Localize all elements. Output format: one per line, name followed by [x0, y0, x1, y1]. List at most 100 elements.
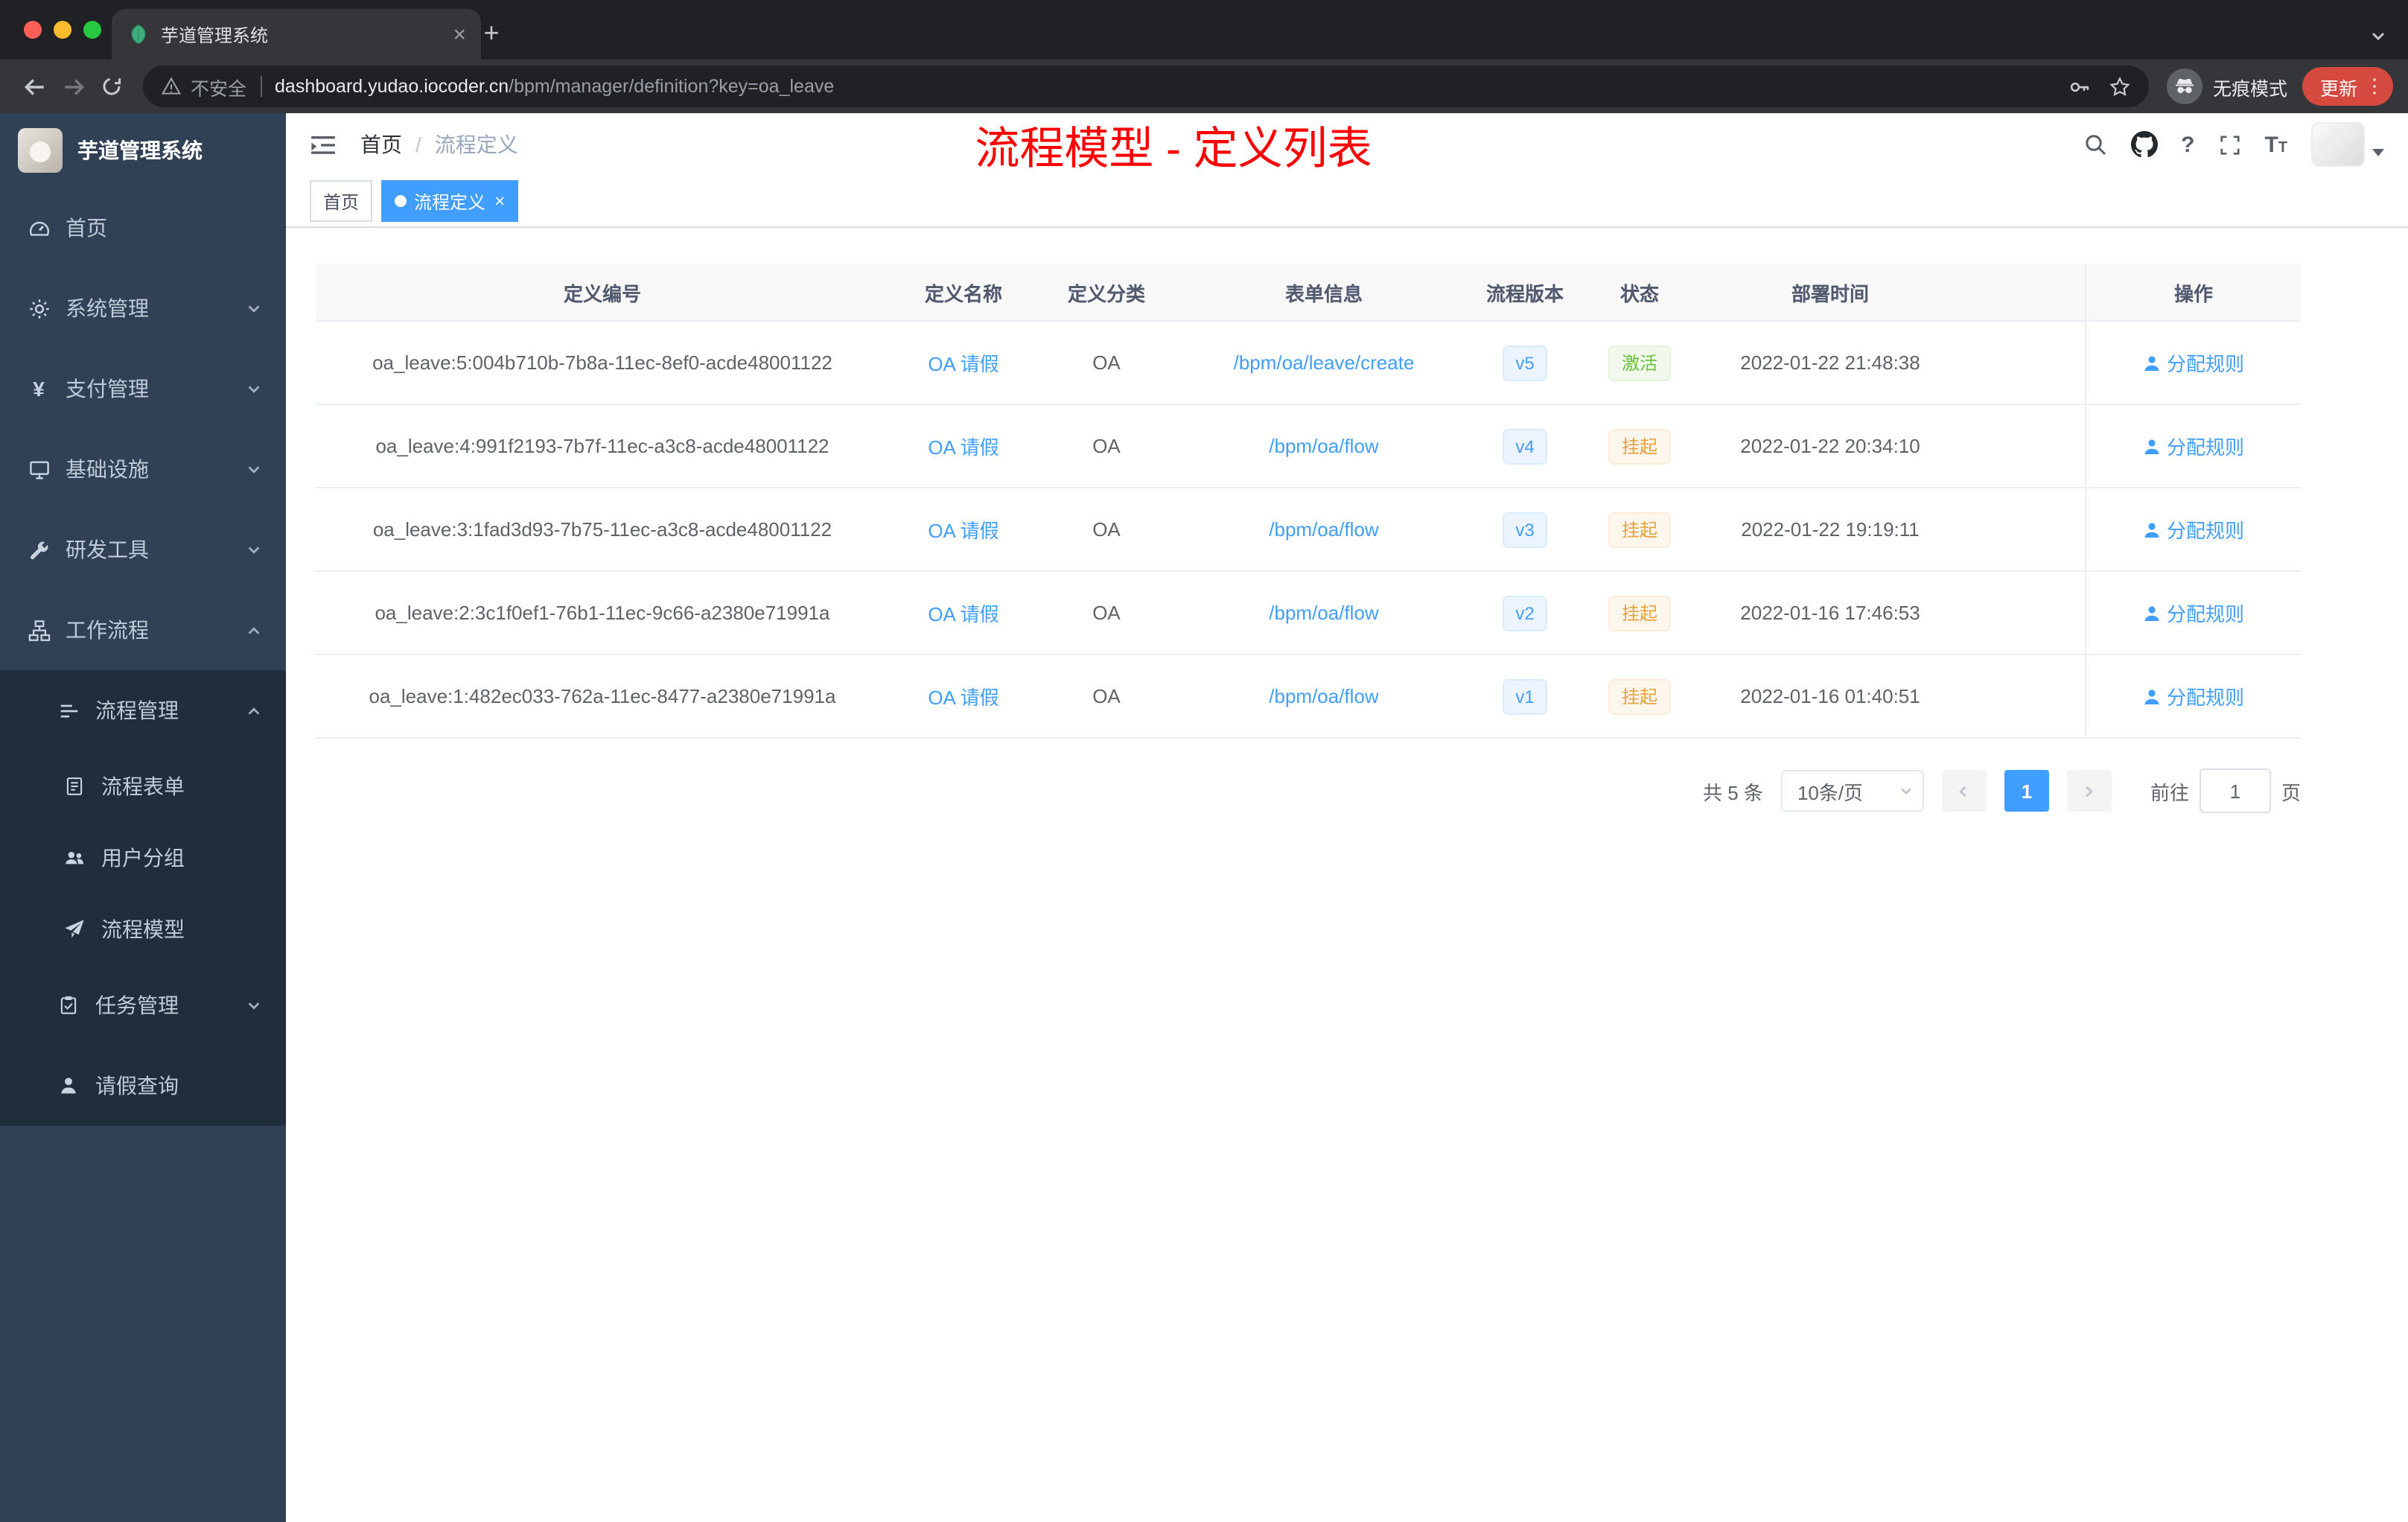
sidebar-item-workflow[interactable]: 工作流程 [0, 590, 286, 670]
assign-rule-link[interactable]: 分配规则 [2143, 432, 2244, 460]
reload-icon[interactable] [92, 67, 131, 106]
column-header-actions: 操作 [2085, 264, 2301, 322]
cell-category: OA [1038, 572, 1175, 655]
sidebar-item-process-model[interactable]: 流程模型 [0, 894, 286, 965]
goto-page-input[interactable] [2199, 768, 2271, 813]
forward-icon[interactable] [54, 67, 92, 106]
chevron-down-icon [1899, 783, 1914, 798]
breadcrumb-home[interactable]: 首页 [360, 130, 402, 159]
back-icon[interactable] [15, 67, 54, 106]
prev-page-button[interactable] [1941, 770, 1987, 812]
new-tab-button[interactable]: + [472, 13, 511, 52]
cell-spacer [1958, 322, 2085, 405]
goto-unit: 页 [2281, 781, 2301, 803]
page-number-button[interactable]: 1 [2004, 770, 2049, 812]
zoom-window-button[interactable] [83, 21, 101, 39]
sidebar-item-leave-query[interactable]: 请假查询 [0, 1045, 286, 1126]
browser-menu-dots-icon[interactable]: ⋮ [2365, 74, 2384, 98]
avatar [2311, 122, 2365, 167]
form-link[interactable]: /bpm/oa/flow [1269, 602, 1378, 624]
url-domain: dashboard.yudao.iocoder.cn [275, 76, 509, 97]
table-row: oa_leave:4:991f2193-7b7f-11ec-a3c8-acde4… [316, 405, 2301, 488]
assign-rule-link[interactable]: 分配规则 [2143, 515, 2244, 544]
close-window-button[interactable] [24, 21, 42, 39]
cell-category: OA [1038, 322, 1175, 405]
tags-view-bar: 首页 流程定义 × [286, 176, 2408, 228]
definition-name-link[interactable]: OA 请假 [928, 436, 998, 459]
page-content: 定义编号 定义名称 定义分类 表单信息 流程版本 状态 部署时间 操作 oa_l… [286, 228, 2408, 1522]
cell-definition-id: oa_leave:3:1fad3d93-7b75-11ec-a3c8-acde4… [316, 488, 889, 572]
search-icon[interactable] [2083, 133, 2106, 156]
tag-label: 流程定义 [414, 191, 486, 212]
form-link[interactable]: /bpm/oa/leave/create [1234, 351, 1415, 374]
workflow-icon [27, 618, 51, 642]
page-size-value: 10条/页 [1797, 781, 1864, 803]
security-label[interactable]: 不安全 [191, 72, 246, 101]
list-icon [57, 698, 80, 722]
version-badge: v5 [1502, 345, 1548, 380]
sidebar-item-payment[interactable]: ¥ 支付管理 [0, 348, 286, 429]
form-icon [63, 774, 86, 798]
hamburger-icon[interactable] [310, 132, 337, 157]
assign-rule-link[interactable]: 分配规则 [2143, 348, 2244, 377]
user-icon [2144, 605, 2159, 620]
sidebar-item-task-management[interactable]: 任务管理 [0, 965, 286, 1045]
tag-home[interactable]: 首页 [310, 180, 373, 222]
update-browser-button[interactable]: 更新 ⋮ [2302, 67, 2393, 106]
address-bar[interactable]: 不安全 dashboard.yudao.iocoder.cn /bpm/mana… [143, 66, 2149, 107]
table-row: oa_leave:3:1fad3d93-7b75-11ec-a3c8-acde4… [316, 488, 2301, 572]
definition-name-link[interactable]: OA 请假 [928, 687, 998, 709]
form-link[interactable]: /bpm/oa/flow [1269, 518, 1378, 541]
status-badge: 挂起 [1608, 595, 1671, 631]
table-row: oa_leave:1:482ec033-762a-11ec-8477-a2380… [316, 655, 2301, 739]
sidebar-item-infrastructure[interactable]: 基础设施 [0, 429, 286, 509]
key-icon[interactable] [2068, 75, 2091, 98]
sidebar-item-dev-tools[interactable]: 研发工具 [0, 509, 286, 590]
tag-process-definition[interactable]: 流程定义 × [381, 180, 519, 222]
sidebar-item-home[interactable]: 首页 [0, 188, 286, 268]
tag-close-icon[interactable]: × [494, 192, 505, 210]
fullscreen-icon[interactable] [2218, 133, 2240, 156]
incognito-spy-icon [2166, 69, 2202, 104]
sidebar-menu: 首页 系统管理 ¥ 支付管理 基础设施 研发工具 工作流程 流程管理 流程表单 … [0, 188, 286, 1126]
url-path: /bpm/manager/definition?key=oa_leave [509, 76, 835, 97]
column-header-id: 定义编号 [316, 264, 889, 322]
help-icon[interactable]: ? [2181, 132, 2194, 157]
tab-search-chevron-icon[interactable] [2369, 27, 2387, 45]
minimize-window-button[interactable] [54, 21, 71, 39]
font-size-icon[interactable]: TT [2264, 132, 2287, 157]
star-icon[interactable] [2109, 75, 2131, 98]
goto-label: 前往 [2150, 781, 2189, 803]
sidebar-item-user-group[interactable]: 用户分组 [0, 822, 286, 894]
next-page-button[interactable] [2066, 770, 2112, 812]
tab-close-icon[interactable]: × [453, 23, 466, 45]
incognito-badge[interactable]: 无痕模式 [2166, 69, 2287, 104]
tab-title: 芋道管理系统 [161, 25, 269, 45]
browser-tab[interactable]: 芋道管理系统 × [112, 9, 481, 60]
page-size-select[interactable]: 10条/页 [1780, 770, 1924, 812]
sidebar-item-label: 系统管理 [66, 296, 149, 320]
paper-plane-icon [63, 917, 86, 941]
monitor-icon [27, 457, 51, 481]
chevron-down-icon [246, 541, 262, 558]
assign-rule-link[interactable]: 分配规则 [2143, 682, 2244, 710]
app-logo[interactable]: 芋道管理系统 [0, 113, 286, 188]
top-navbar: 首页 / 流程定义 流程模型 - 定义列表 ? T T [286, 113, 2408, 176]
github-icon[interactable] [2130, 131, 2158, 158]
cell-definition-id: oa_leave:4:991f2193-7b7f-11ec-a3c8-acde4… [316, 405, 889, 488]
sidebar-item-process-management[interactable]: 流程管理 [0, 670, 286, 751]
wrench-icon [27, 538, 51, 561]
sidebar-item-label: 任务管理 [95, 993, 179, 1017]
form-link[interactable]: /bpm/oa/flow [1269, 685, 1378, 707]
assign-rule-link[interactable]: 分配规则 [2143, 599, 2244, 627]
cell-spacer [1958, 572, 2085, 655]
form-link[interactable]: /bpm/oa/flow [1269, 435, 1378, 457]
sidebar-item-system[interactable]: 系统管理 [0, 268, 286, 348]
sidebar-item-process-form[interactable]: 流程表单 [0, 751, 286, 822]
user-avatar-menu[interactable] [2311, 122, 2384, 167]
definition-name-link[interactable]: OA 请假 [928, 353, 998, 375]
definition-name-link[interactable]: OA 请假 [928, 520, 998, 542]
user-icon [2144, 522, 2159, 537]
definition-name-link[interactable]: OA 请假 [928, 603, 998, 625]
cell-spacer [1958, 488, 2085, 572]
